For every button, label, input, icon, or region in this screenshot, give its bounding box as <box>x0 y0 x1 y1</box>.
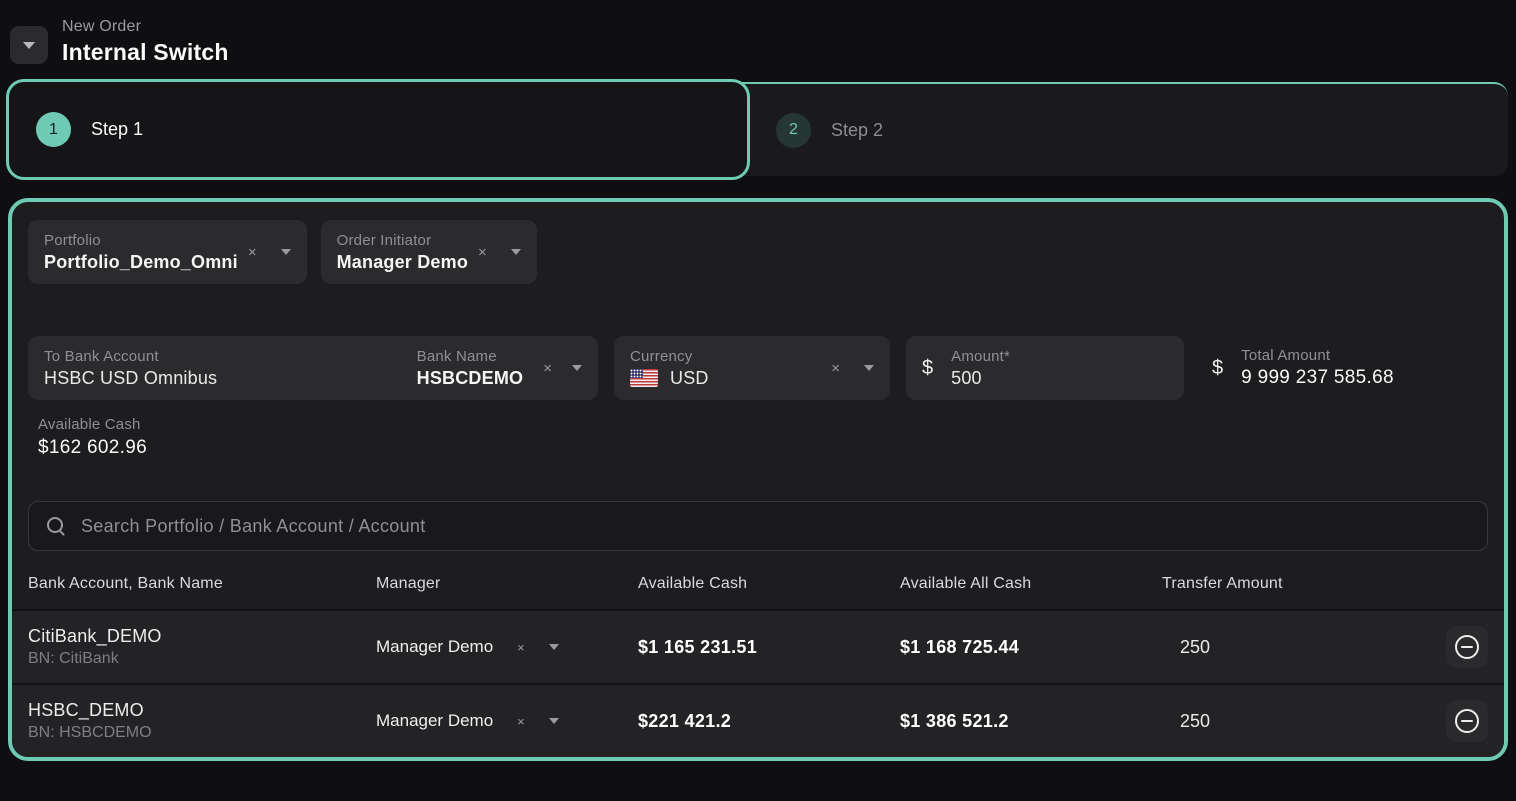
bank-name-clear-icon[interactable]: × <box>543 361 552 376</box>
bank-account-cell: HSBC_DEMO BN: HSBCDEMO <box>28 700 376 742</box>
order-initiator-chevron-down-icon[interactable] <box>511 249 521 255</box>
order-initiator-clear-icon[interactable]: × <box>478 245 487 260</box>
order-initiator-label: Order Initiator <box>337 232 468 249</box>
available-all-cash-cell: $1 386 521.2 <box>900 711 1162 732</box>
manager-clear-icon[interactable]: × <box>517 641 525 654</box>
search-icon <box>46 516 66 536</box>
table-row: HSBC_DEMO BN: HSBCDEMO Manager Demo × $2… <box>12 683 1504 757</box>
amount-value: 500 <box>951 368 1168 389</box>
bank-name-label: Bank Name <box>417 348 524 365</box>
available-cash-label: Available Cash <box>38 416 1488 433</box>
search-bar <box>28 501 1488 551</box>
minus-circle-icon <box>1455 709 1479 733</box>
portfolio-value: Portfolio_Demo_Omni <box>44 252 238 273</box>
manager-value: Manager Demo <box>376 711 493 731</box>
app-header: New Order Internal Switch <box>0 0 1516 78</box>
chevron-down-icon <box>23 42 35 49</box>
manager-chevron-down-icon[interactable] <box>549 718 559 724</box>
col-manager: Manager <box>376 575 638 593</box>
bank-account-cell: CitiBank_DEMO BN: CitiBank <box>28 626 376 668</box>
portfolio-chevron-down-icon[interactable] <box>281 249 291 255</box>
manager-select[interactable]: Manager Demo × <box>376 637 638 657</box>
manager-select[interactable]: Manager Demo × <box>376 711 638 731</box>
order-initiator-value: Manager Demo <box>337 252 468 273</box>
search-input[interactable] <box>81 516 1470 537</box>
step-1-label: Step 1 <box>91 119 143 140</box>
dollar-icon: $ <box>922 357 933 380</box>
step-2-label: Step 2 <box>831 120 883 141</box>
col-available-all-cash: Available All Cash <box>900 575 1162 593</box>
table-header: Bank Account, Bank Name Manager Availabl… <box>12 551 1504 609</box>
bank-name-sub: BN: CitiBank <box>28 650 376 668</box>
portfolio-select[interactable]: Portfolio Portfolio_Demo_Omni × <box>28 220 307 284</box>
currency-select[interactable]: Currency USD × <box>614 336 890 400</box>
available-cash-cell: $221 421.2 <box>638 711 900 732</box>
col-available-cash: Available Cash <box>638 575 900 593</box>
currency-value: USD <box>670 368 709 389</box>
available-cash-cell: $1 165 231.51 <box>638 637 900 658</box>
currency-chevron-down-icon[interactable] <box>864 365 874 371</box>
remove-row-button[interactable] <box>1446 626 1488 668</box>
bank-account-name: HSBC_DEMO <box>28 700 376 721</box>
table-row: CitiBank_DEMO BN: CitiBank Manager Demo … <box>12 609 1504 683</box>
collapse-button[interactable] <box>10 26 48 64</box>
currency-label: Currency <box>630 348 821 365</box>
steps-bar: 1 Step 1 2 Step 2 <box>8 82 1508 176</box>
amount-label: Amount* <box>951 348 1168 365</box>
manager-chevron-down-icon[interactable] <box>549 644 559 650</box>
amount-input[interactable]: $ Amount* 500 <box>906 336 1184 400</box>
us-flag-icon <box>630 369 658 387</box>
tab-step-2[interactable]: 2 Step 2 <box>750 84 1494 176</box>
breadcrumb: New Order <box>62 18 229 36</box>
portfolio-label: Portfolio <box>44 232 238 249</box>
to-bank-account-label: To Bank Account <box>44 348 417 365</box>
dollar-icon: $ <box>1212 357 1223 380</box>
currency-clear-icon[interactable]: × <box>831 361 840 376</box>
total-amount: $ Total Amount 9 999 237 585.68 <box>1200 336 1488 400</box>
manager-value: Manager Demo <box>376 637 493 657</box>
step-2-number: 2 <box>776 113 811 148</box>
transfer-amount-input[interactable]: 250 <box>1162 637 1432 658</box>
available-cash-value: $162 602.96 <box>38 437 1488 459</box>
total-amount-label: Total Amount <box>1241 347 1394 364</box>
page-title: Internal Switch <box>62 39 229 66</box>
step-1-number: 1 <box>36 112 71 147</box>
order-panel: Portfolio Portfolio_Demo_Omni × Order In… <box>8 198 1508 761</box>
bank-name-chevron-down-icon[interactable] <box>572 365 582 371</box>
manager-clear-icon[interactable]: × <box>517 715 525 728</box>
portfolio-clear-icon[interactable]: × <box>248 245 257 260</box>
col-transfer-amount: Transfer Amount <box>1162 575 1432 593</box>
total-amount-value: 9 999 237 585.68 <box>1241 367 1394 389</box>
remove-row-button[interactable] <box>1446 700 1488 742</box>
col-bank-account: Bank Account, Bank Name <box>28 575 376 593</box>
tab-step-1[interactable]: 1 Step 1 <box>6 79 750 180</box>
to-bank-account-value: HSBC USD Omnibus <box>44 368 417 389</box>
minus-circle-icon <box>1455 635 1479 659</box>
order-initiator-select[interactable]: Order Initiator Manager Demo × <box>321 220 537 284</box>
bank-name-value: HSBCDEMO <box>417 368 524 389</box>
transfer-amount-input[interactable]: 250 <box>1162 711 1432 732</box>
available-cash: Available Cash $162 602.96 <box>38 416 1488 459</box>
to-bank-account-select[interactable]: To Bank Account HSBC USD Omnibus Bank Na… <box>28 336 598 400</box>
bank-name-sub: BN: HSBCDEMO <box>28 724 376 742</box>
available-all-cash-cell: $1 168 725.44 <box>900 637 1162 658</box>
bank-account-name: CitiBank_DEMO <box>28 626 376 647</box>
